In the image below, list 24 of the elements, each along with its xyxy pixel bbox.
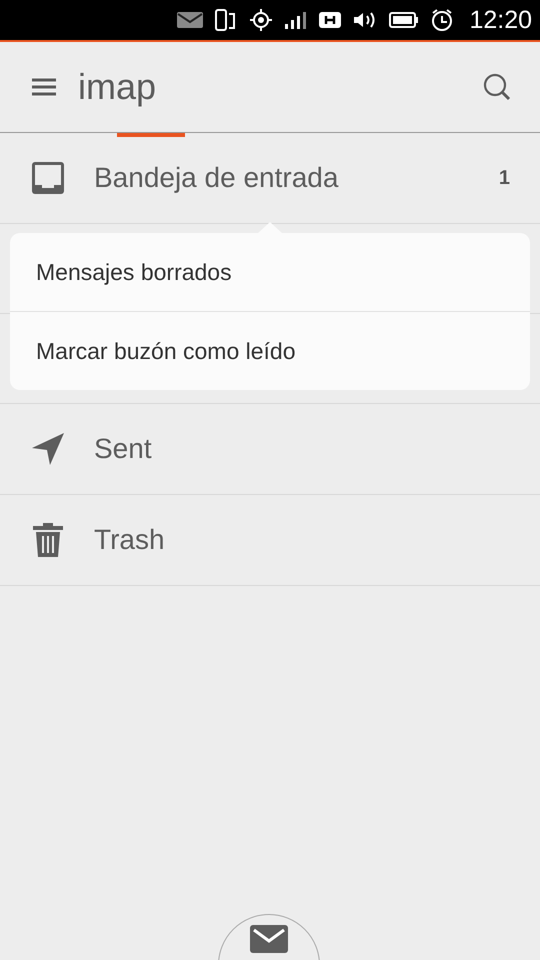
trash-icon	[30, 522, 66, 558]
unread-count: 1	[498, 166, 510, 190]
envelope-icon	[250, 925, 288, 953]
folder-name: Bandeja de entrada	[94, 162, 340, 194]
folder-name: Trash	[94, 524, 166, 556]
search-icon[interactable]	[482, 72, 512, 102]
page-title: imap	[78, 66, 158, 108]
battery-icon	[389, 11, 420, 29]
menu-item[interactable]: Mensajes borrados	[10, 233, 530, 311]
folder-item[interactable]: Sent	[0, 404, 540, 495]
inbox-icon	[30, 160, 66, 196]
network-type-icon	[319, 11, 342, 29]
menu-icon[interactable]	[30, 76, 58, 98]
folder-name: Sent	[94, 433, 153, 465]
menu-item[interactable]: Marcar buzón como leído	[10, 311, 530, 390]
paper-plane-icon	[30, 431, 66, 467]
alarm-icon	[430, 8, 454, 32]
tab-indicator	[117, 133, 185, 137]
mail-icon	[177, 11, 204, 29]
location-icon	[249, 8, 274, 32]
clock: 12:20	[469, 6, 532, 34]
signal-icon	[284, 10, 308, 30]
folder-item[interactable]: Bandeja de entrada 1	[0, 133, 540, 224]
folder-item[interactable]: Trash	[0, 495, 540, 586]
